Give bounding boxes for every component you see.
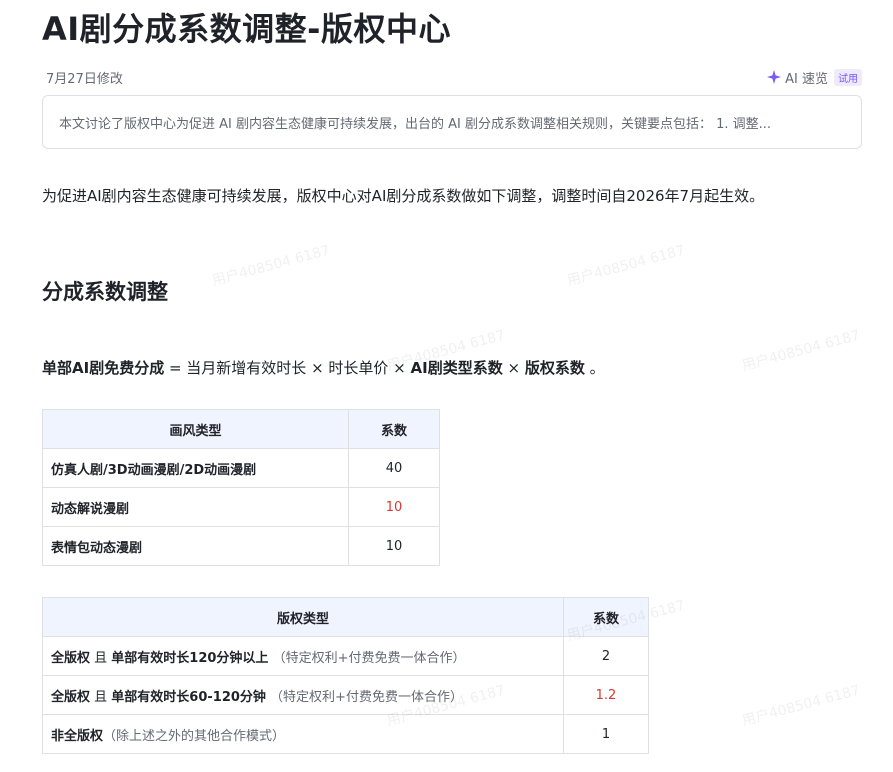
formula-times: ×	[502, 359, 525, 377]
copyright-label: 非全版权	[51, 728, 104, 744]
formula-end: 。	[584, 359, 605, 377]
table-row: 全版权 且 单部有效时长120分钟以上 （特定权利+付费免费一体合作） 2	[42, 636, 649, 676]
table-row: 表情包动态漫剧 10	[42, 526, 440, 566]
table-cell-type: 全版权 且 单部有效时长60-120分钟 （特定权利+付费免费一体合作）	[42, 675, 564, 715]
table-cell-coef: 1.2	[563, 675, 649, 715]
copyright-label: 全版权	[51, 650, 91, 666]
copyright-connector: 且	[90, 689, 112, 705]
copyright-condition: 单部有效时长60-120分钟	[111, 689, 266, 705]
table-header-cell: 系数	[563, 597, 649, 637]
document-page: AI剧分成系数调整-版权中心 7月27日修改 AI 速览 试用 本文讨论了版权中…	[0, 0, 893, 772]
section-heading: 分成系数调整	[42, 280, 168, 304]
sparkle-icon	[767, 70, 782, 84]
modified-date: 7月27日修改	[46, 71, 123, 87]
table-row: 全版权 且 单部有效时长60-120分钟 （特定权利+付费免费一体合作） 1.2	[42, 675, 649, 715]
trial-badge: 试用	[834, 68, 862, 86]
table-header-cell: 画风类型	[42, 409, 349, 449]
table-header-cell: 系数	[348, 409, 440, 449]
page-title: AI剧分成系数调整-版权中心	[42, 10, 451, 48]
style-coefficient-table: 画风类型 系数 仿真人剧/3D动画漫剧/2D动画漫剧 40 动态解说漫剧 10 …	[42, 409, 440, 566]
formula-paragraph: 单部AI剧免费分成 = 当月新增有效时长 × 时长单价 × AI剧类型系数 × …	[42, 358, 862, 378]
meta-row: 7月27日修改 AI 速览 试用	[42, 67, 862, 87]
table-header-cell: 版权类型	[42, 597, 564, 637]
table-cell-coef: 1	[563, 714, 649, 754]
formula-term-type: AI剧类型系数	[410, 359, 503, 377]
table-row: 非全版权（除上述之外的其他合作模式） 1	[42, 714, 649, 754]
formula-term-copyright: 版权系数	[524, 359, 585, 377]
table-cell-type: 仿真人剧/3D动画漫剧/2D动画漫剧	[42, 448, 349, 488]
watermark-text: 用户408504 6187	[740, 682, 862, 730]
table-cell-type: 动态解说漫剧	[42, 487, 349, 527]
ai-summary-box[interactable]: 本文讨论了版权中心为促进 AI 剧内容生态健康可持续发展，出台的 AI 剧分成系…	[42, 95, 862, 149]
table-cell-type: 非全版权（除上述之外的其他合作模式）	[42, 714, 564, 754]
ai-quick-view-button[interactable]: AI 速览 试用	[767, 68, 862, 87]
copyright-note: （特定权利+付费免费一体合作）	[270, 689, 463, 705]
copyright-note: （除上述之外的其他合作模式）	[103, 728, 286, 744]
table-cell-coef: 10	[348, 526, 440, 566]
copyright-label: 全版权	[51, 689, 91, 705]
table-cell-type: 表情包动态漫剧	[42, 526, 349, 566]
formula-eq: = 当月新增有效时长 × 时长单价 ×	[164, 359, 411, 377]
copyright-connector: 且	[90, 650, 112, 666]
table-row: 仿真人剧/3D动画漫剧/2D动画漫剧 40	[42, 448, 440, 488]
table-cell-type: 全版权 且 单部有效时长120分钟以上 （特定权利+付费免费一体合作）	[42, 636, 564, 676]
ai-summary-text: 本文讨论了版权中心为促进 AI 剧内容生态健康可持续发展，出台的 AI 剧分成系…	[59, 116, 772, 132]
copyright-note: （特定权利+付费免费一体合作）	[272, 650, 466, 666]
table-cell-coef: 40	[348, 448, 440, 488]
table-header-row: 画风类型 系数	[42, 409, 440, 449]
table-header-row: 版权类型 系数	[42, 597, 649, 637]
intro-paragraph: 为促进AI剧内容生态健康可持续发展，版权中心对AI剧分成系数做如下调整，调整时间…	[42, 187, 765, 205]
formula-lhs: 单部AI剧免费分成	[42, 359, 165, 377]
table-cell-coef: 2	[563, 636, 649, 676]
ai-quick-label: AI 速览	[785, 71, 828, 87]
copyright-coefficient-table: 版权类型 系数 全版权 且 单部有效时长120分钟以上 （特定权利+付费免费一体…	[42, 597, 649, 754]
copyright-condition: 单部有效时长120分钟以上	[111, 650, 269, 666]
table-cell-coef: 10	[348, 487, 440, 527]
table-row: 动态解说漫剧 10	[42, 487, 440, 527]
